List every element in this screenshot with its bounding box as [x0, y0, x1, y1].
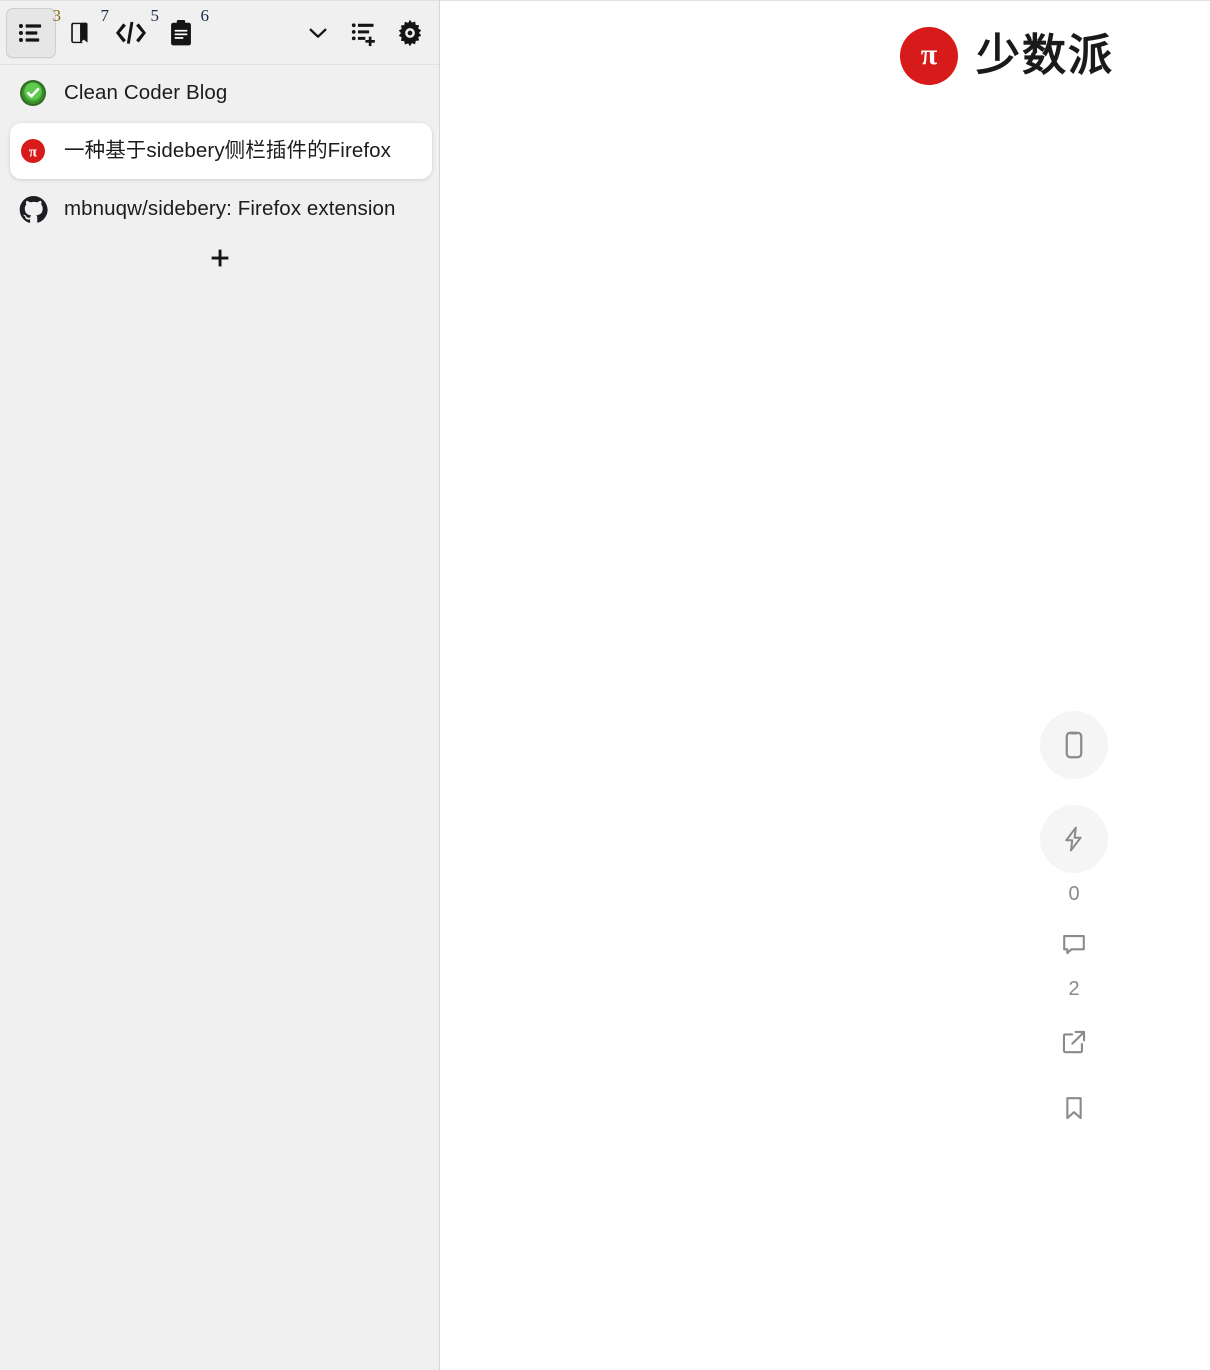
sidebery-sidebar: 3 7 5 6 Clean Coder Blog π 一种基于sidebery侧… [0, 0, 440, 1370]
phone-icon [1059, 730, 1089, 760]
lightning-icon [1060, 825, 1088, 853]
panel-menu-button[interactable] [295, 10, 341, 56]
panel-badge-notes: 6 [200, 5, 210, 25]
panel-button-notes[interactable]: 6 [156, 7, 209, 58]
panel-button-tabs[interactable]: 3 [6, 7, 61, 58]
share-button[interactable] [1040, 1019, 1108, 1065]
settings-button[interactable] [387, 10, 433, 56]
sspai-pi-icon: π [18, 136, 48, 166]
sspai-mark-glyph: π [920, 38, 938, 71]
plus-icon [208, 246, 232, 270]
rail-item-like[interactable]: 0 [1040, 805, 1108, 904]
comments-button[interactable] [1040, 922, 1108, 968]
new-panel-button[interactable] [341, 10, 387, 56]
chevron-down-icon [305, 20, 331, 46]
sidebar-toolbar: 3 7 5 6 [0, 1, 439, 65]
tab-title: mbnuqw/sidebery: Firefox extension [64, 197, 396, 220]
comment-icon [1060, 931, 1088, 959]
github-icon [18, 194, 48, 224]
tab-item[interactable]: Clean Coder Blog [0, 69, 439, 117]
sspai-logo: π 少数派 [900, 27, 1114, 85]
new-tab-button[interactable] [0, 233, 439, 283]
clipboard-icon [168, 19, 194, 47]
tab-title: 一种基于sidebery侧栏插件的Firefox [64, 139, 392, 162]
tab-title-fade [406, 123, 432, 179]
gear-icon [395, 18, 425, 48]
tab-title-fade [399, 69, 439, 117]
comment-count: 2 [1068, 978, 1080, 1000]
rail-item-mobile-view[interactable] [1040, 711, 1108, 779]
external-link-icon [1060, 1028, 1088, 1056]
list-icon [17, 19, 45, 47]
rail-item-bookmark[interactable] [1040, 1085, 1108, 1131]
tab-item-active[interactable]: π 一种基于sidebery侧栏插件的Firefox [10, 123, 432, 179]
book-icon [67, 19, 95, 47]
panel-button-bookmarks[interactable]: 7 [56, 7, 109, 58]
tab-title: Clean Coder Blog [64, 81, 228, 104]
panel-button-dev[interactable]: 5 [106, 7, 159, 58]
tab-title-fade [399, 185, 439, 233]
green-check-icon [18, 78, 48, 108]
sspai-brand-name: 少数派 [976, 31, 1114, 80]
like-count: 0 [1068, 883, 1080, 905]
tab-item[interactable]: mbnuqw/sidebery: Firefox extension [0, 185, 439, 233]
rail-item-share[interactable] [1040, 1019, 1108, 1065]
bookmark-icon [1060, 1094, 1088, 1122]
bookmark-button[interactable] [1040, 1085, 1108, 1131]
mobile-view-button[interactable] [1040, 711, 1108, 779]
svg-text:π: π [29, 144, 38, 160]
code-icon [116, 19, 146, 47]
sspai-mark-icon: π [900, 27, 958, 85]
page-content: π 少数派 0 2 [440, 0, 1210, 1370]
article-action-rail: 0 2 [1026, 711, 1122, 1131]
tab-list: Clean Coder Blog π 一种基于sidebery侧栏插件的Fire… [0, 65, 439, 283]
browser-window: 3 7 5 6 Clean Coder Blog π 一种基于sidebery侧… [0, 0, 1210, 1370]
rail-item-comments[interactable]: 2 [1040, 922, 1108, 999]
like-button[interactable] [1040, 805, 1108, 873]
list-plus-icon [350, 19, 378, 47]
